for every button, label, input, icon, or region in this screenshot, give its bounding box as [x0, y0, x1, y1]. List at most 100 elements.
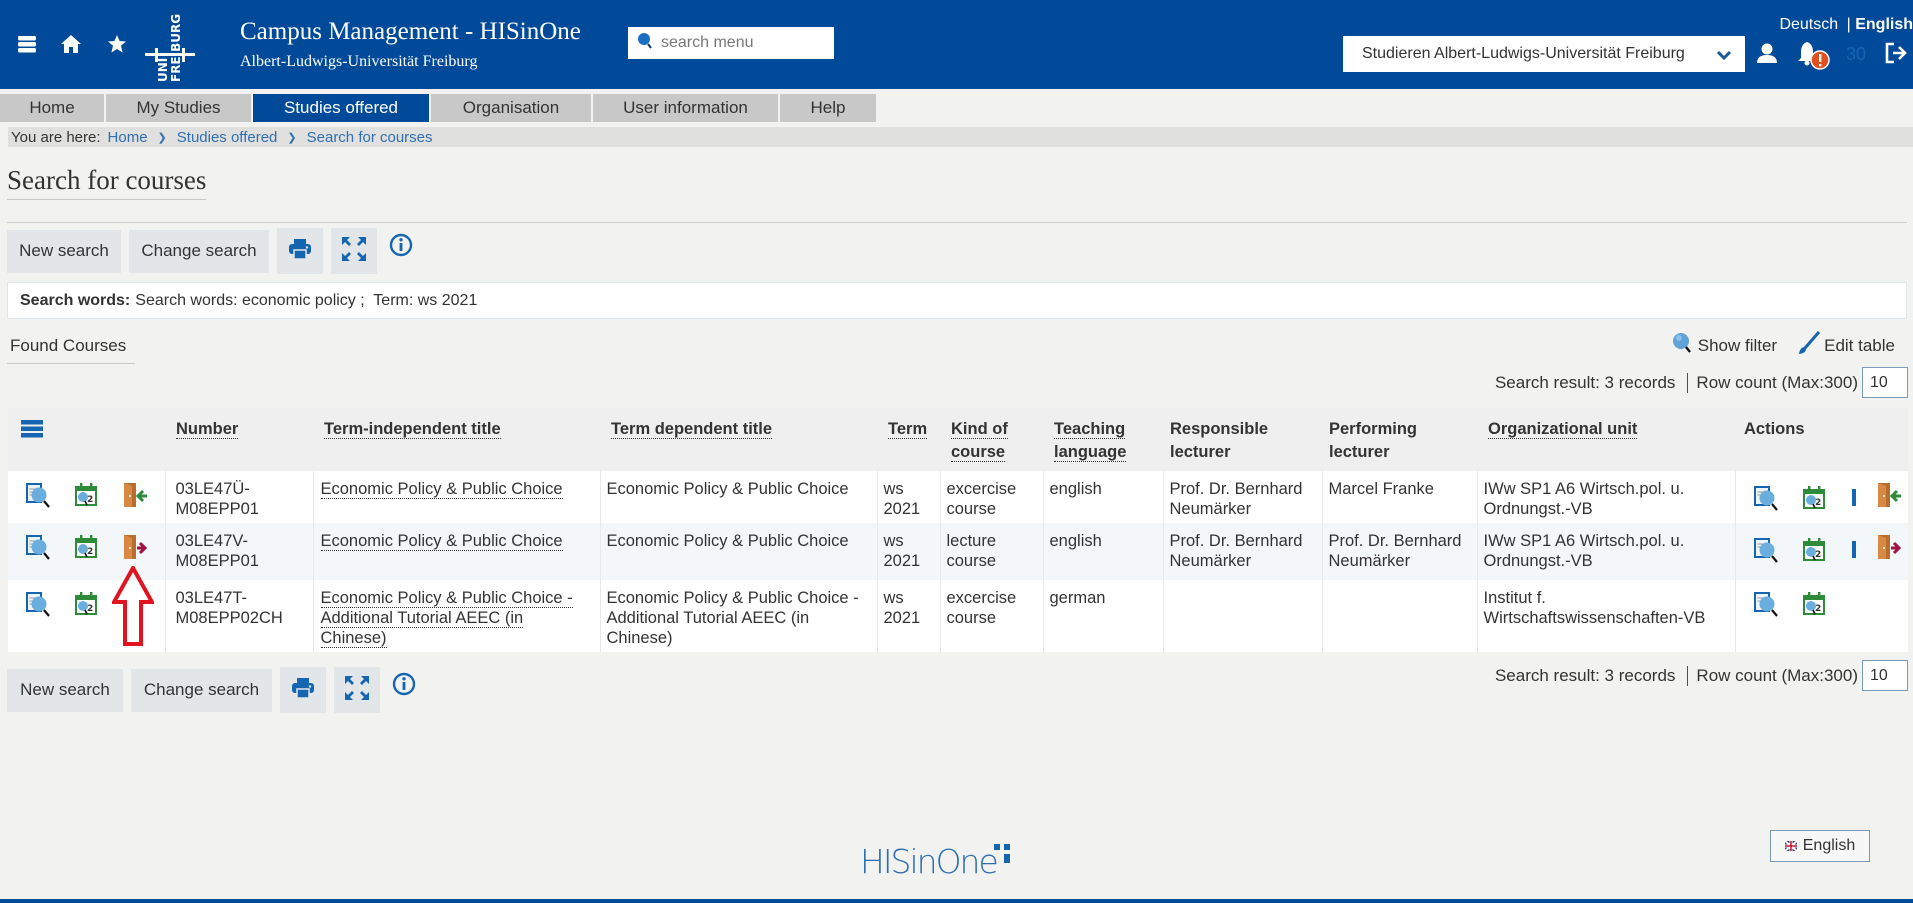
courses-table: Number Term-independent title Term depen…	[8, 408, 1908, 652]
search-words-label: Search words:	[20, 291, 131, 309]
cell-kind-of-course: excercise course	[939, 471, 1043, 523]
print-icon	[291, 677, 315, 704]
column-menu-icon[interactable]	[21, 420, 43, 445]
table-row: 2 03LE47Ü-M08EPP01 Economic Policy & Pub…	[8, 471, 1908, 523]
schedule-icon[interactable]: 2	[1790, 536, 1838, 564]
divider	[7, 222, 1907, 223]
tab-studies-offered[interactable]: Studies offered	[253, 94, 429, 122]
enroll-icon[interactable]	[110, 481, 158, 509]
search-menu-input[interactable]	[661, 34, 821, 52]
cell-term-dependent-title: Economic Policy & Public Choice	[599, 471, 877, 523]
schedule-icon[interactable]: 2	[62, 481, 110, 509]
info-icon[interactable]	[392, 672, 416, 701]
course-title-link[interactable]: Economic Policy & Public Choice	[320, 480, 563, 499]
breadcrumb-home[interactable]: Home	[108, 129, 148, 146]
cell-teaching-language: english	[1042, 523, 1163, 580]
column-header-teaching-language[interactable]: Teaching language	[1043, 408, 1163, 471]
details-icon[interactable]	[1742, 484, 1790, 512]
details-icon[interactable]	[14, 590, 62, 618]
cell-number: 03LE47Ü-M08EPP01	[164, 471, 313, 523]
deregister-icon[interactable]	[110, 533, 158, 561]
column-header-term-independent-title[interactable]: Term-independent title	[313, 408, 600, 471]
column-header-kind-of-course[interactable]: Kind of course	[940, 408, 1043, 471]
menu-search[interactable]	[628, 27, 834, 59]
print-icon	[288, 238, 312, 265]
footer-language-button[interactable]: English	[1770, 830, 1870, 862]
details-icon[interactable]	[1742, 590, 1790, 618]
change-search-button[interactable]: Change search	[129, 229, 269, 273]
info-icon[interactable]	[389, 233, 413, 262]
print-button[interactable]	[280, 667, 326, 713]
tab-home[interactable]: Home	[0, 94, 104, 122]
expand-button[interactable]	[331, 228, 377, 274]
cell-actions: 2	[1734, 580, 1908, 652]
logo-uni-text: UNI	[156, 58, 170, 82]
star-icon[interactable]	[105, 32, 129, 56]
home-icon[interactable]	[59, 32, 83, 56]
result-bar-bottom: Search result: 3 records Row count (Max:…	[1495, 660, 1908, 691]
column-header-organizational-unit[interactable]: Organizational unit	[1477, 408, 1735, 471]
cell-organizational-unit: IWw SP1 A6 Wirtsch.pol. u. Ordnungst.-VB	[1476, 471, 1735, 523]
column-header-term-dependent-title[interactable]: Term dependent title	[600, 408, 877, 471]
divider	[1687, 372, 1689, 393]
new-search-button[interactable]: New search	[7, 668, 123, 712]
menu-icon[interactable]	[15, 32, 39, 56]
tab-my-studies[interactable]: My Studies	[106, 94, 251, 122]
show-filter-label: Show filter	[1697, 335, 1778, 355]
logout-icon[interactable]	[1885, 42, 1909, 69]
row-count-input[interactable]	[1862, 367, 1908, 398]
breadcrumb-studies-offered[interactable]: Studies offered	[177, 129, 278, 146]
cell-responsible-lecturer: Prof. Dr. Bernhard Neumärker	[1162, 471, 1322, 523]
bell-icon[interactable]	[1797, 40, 1831, 75]
schedule-icon[interactable]: 2	[62, 533, 110, 561]
session-counter: 30	[1846, 44, 1867, 64]
role-select[interactable]: Studieren Albert-Ludwigs-Universität Fre…	[1343, 36, 1745, 72]
schedule-icon[interactable]: 2	[1790, 590, 1838, 618]
schedule-icon[interactable]: 2	[1790, 484, 1838, 512]
details-icon[interactable]	[14, 533, 62, 561]
cell-term: ws 2021	[876, 471, 940, 523]
tab-organisation[interactable]: Organisation	[431, 94, 591, 122]
table-row: 2 03LE47T-M08EPP02CH Economic Policy & P…	[8, 580, 1908, 652]
details-icon[interactable]	[1742, 536, 1790, 564]
toolbar-top: New search Change search	[7, 228, 413, 274]
schedule-icon[interactable]: 2	[62, 590, 110, 618]
chevron-down-icon	[1716, 47, 1732, 65]
breadcrumb-search-for-courses[interactable]: Search for courses	[307, 129, 433, 146]
column-header-number[interactable]: Number	[165, 408, 313, 471]
course-title-link[interactable]: Economic Policy & Public Choice	[320, 532, 563, 551]
expand-icon	[344, 675, 370, 706]
cell-term-independent-title: Economic Policy & Public Choice	[312, 471, 600, 523]
edit-table-link[interactable]: Edit table	[1797, 331, 1895, 360]
tab-help[interactable]: Help	[780, 94, 876, 122]
chevron-right-icon: ❯	[157, 131, 167, 144]
column-header-responsible-lecturer: Responsible lecturer	[1163, 408, 1322, 471]
change-search-button[interactable]: Change search	[131, 668, 272, 712]
column-menu-header[interactable]	[8, 408, 165, 471]
cell-number: 03LE47V-M08EPP01	[164, 523, 313, 580]
new-search-button[interactable]: New search	[7, 229, 121, 273]
enroll-icon[interactable]	[1874, 481, 1902, 514]
tab-user-information[interactable]: User information	[593, 94, 778, 122]
print-button[interactable]	[277, 228, 323, 274]
row-count-label: Row count (Max:300)	[1696, 665, 1858, 685]
details-icon[interactable]	[14, 481, 62, 509]
expand-button[interactable]	[334, 667, 380, 713]
chevron-right-icon: ❯	[287, 131, 297, 144]
cell-term: ws 2021	[876, 580, 940, 652]
page-title: Search for courses	[7, 165, 207, 200]
column-header-term[interactable]: Term	[877, 408, 940, 471]
uk-flag-icon	[1784, 841, 1797, 851]
brush-icon	[1797, 331, 1821, 360]
show-filter-link[interactable]: Show filter	[1672, 332, 1777, 359]
search-result-count: Search result: 3 records	[1494, 372, 1676, 392]
user-icon[interactable]	[1756, 42, 1778, 69]
deregister-icon[interactable]	[1874, 533, 1902, 566]
cell-term-independent-title: Economic Policy & Public Choice - Additi…	[312, 580, 600, 652]
course-title-link[interactable]: Economic Policy & Public Choice - Additi…	[320, 589, 573, 648]
row-count-input[interactable]	[1862, 660, 1908, 691]
lang-english-link[interactable]: English	[1855, 16, 1913, 33]
lang-deutsch-link[interactable]: Deutsch	[1779, 16, 1838, 33]
uni-freiburg-logo[interactable]: UNI FREIBURG	[143, 6, 199, 82]
hisinone-logo-dots-icon	[992, 842, 1014, 883]
